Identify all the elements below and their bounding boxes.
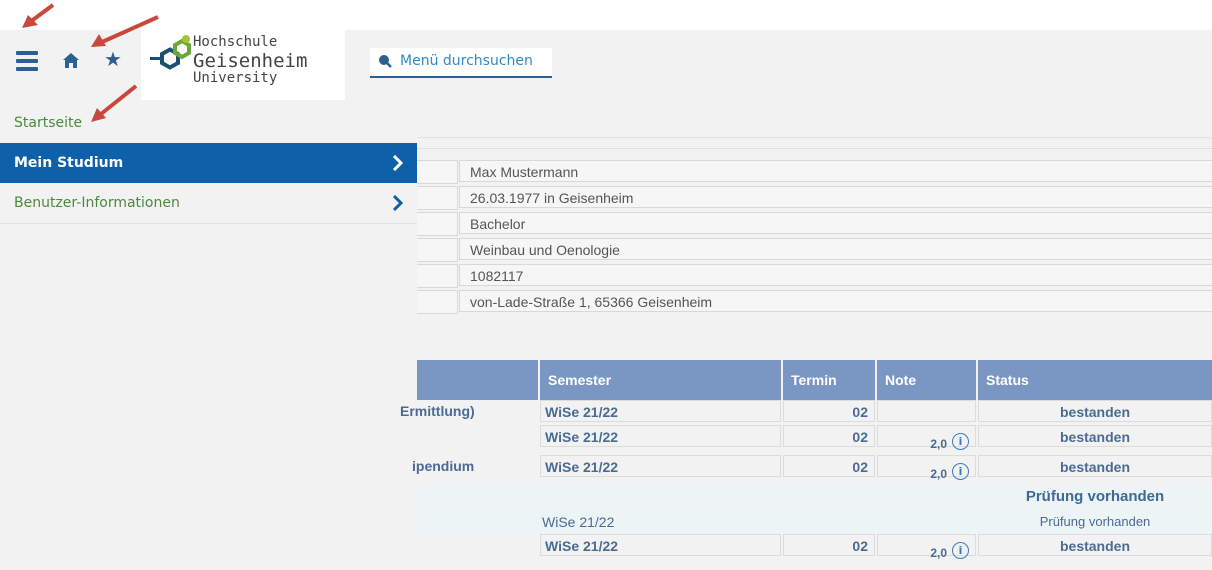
table-cell-status: bestanden	[978, 455, 1212, 477]
info-label-cell	[417, 212, 458, 236]
student-birth: 26.03.1977 in Geisenheim	[459, 186, 1212, 208]
table-cell-note: 2,0 i	[877, 534, 976, 560]
logo-text-1: Hochschule	[193, 34, 278, 50]
annotation-arrows	[22, 3, 159, 122]
divider	[417, 148, 1212, 149]
note-value: 2,0	[930, 437, 947, 451]
table-cell-title: Ermittlung)	[400, 400, 538, 422]
info-label-cell	[417, 264, 458, 288]
student-address: von-Lade-Straße 1, 65366 Geisenheim	[459, 290, 1212, 312]
info-label-cell	[417, 186, 458, 210]
info-label-cell	[417, 160, 458, 184]
student-name: Max Mustermann	[459, 160, 1212, 182]
chevron-right-icon	[393, 155, 403, 171]
table-header-semester[interactable]: Semester	[540, 360, 781, 400]
note-value: 2,0	[930, 546, 947, 560]
table-cell-status: bestanden	[978, 425, 1212, 447]
info-icon[interactable]: i	[952, 462, 969, 480]
table-cell-status: bestanden	[978, 534, 1212, 556]
info-label-cell	[417, 290, 458, 314]
table-cell-semester: WiSe 21/22	[540, 400, 781, 422]
table-cell-semester: WiSe 21/22	[540, 534, 781, 556]
table-cell-semester: WiSe 21/22	[542, 514, 615, 530]
table-cell-note: 2,0 i	[877, 455, 976, 481]
table-header-status[interactable]: Status	[978, 360, 1212, 400]
table-cell-termin: 02	[783, 534, 875, 556]
table-header-note[interactable]: Note	[877, 360, 976, 400]
search-placeholder: Menü durchsuchen	[400, 53, 533, 69]
table-cell-status: Prüfung vorhanden	[1039, 514, 1151, 529]
student-program: Weinbau und Oenologie	[459, 238, 1212, 260]
note-value: 2,0	[930, 467, 947, 481]
table-cell-title: ipendium	[412, 455, 538, 477]
table-cell-termin: 02	[783, 455, 875, 477]
info-icon[interactable]: i	[952, 432, 969, 450]
logo-text-2: Geisenheim	[193, 50, 308, 72]
table-cell-termin: 02	[783, 425, 875, 447]
table-header-title	[417, 360, 538, 400]
table-cell-note: 2,0 i	[877, 425, 976, 451]
table-cell-semester: WiSe 21/22	[540, 455, 781, 477]
divider	[417, 137, 1212, 138]
info-label-cell	[417, 238, 458, 262]
table-cell-note	[877, 400, 976, 422]
student-matriculation: 1082117	[459, 264, 1212, 286]
menu-item-benutzer-informationen[interactable]: Benutzer-Informationen	[0, 183, 417, 224]
table-header-termin[interactable]: Termin	[783, 360, 875, 400]
search-input[interactable]: Menü durchsuchen	[370, 48, 552, 78]
chevron-right-icon	[393, 195, 403, 211]
menu-item-label: Benutzer-Informationen	[14, 195, 180, 211]
info-icon[interactable]: i	[952, 541, 969, 559]
menu-item-mein-studium[interactable]: Mein Studium	[0, 143, 417, 183]
table-cell-semester: WiSe 21/22	[540, 425, 781, 447]
table-cell-title	[417, 425, 538, 447]
search-icon	[379, 55, 392, 68]
table-cell-status: Prüfung vorhanden	[1025, 488, 1165, 505]
menu-item-label: Mein Studium	[14, 155, 124, 171]
student-degree: Bachelor	[459, 212, 1212, 234]
table-cell-status: bestanden	[978, 400, 1212, 422]
table-cell-termin: 02	[783, 400, 875, 422]
logo-text-3: University	[193, 70, 278, 86]
